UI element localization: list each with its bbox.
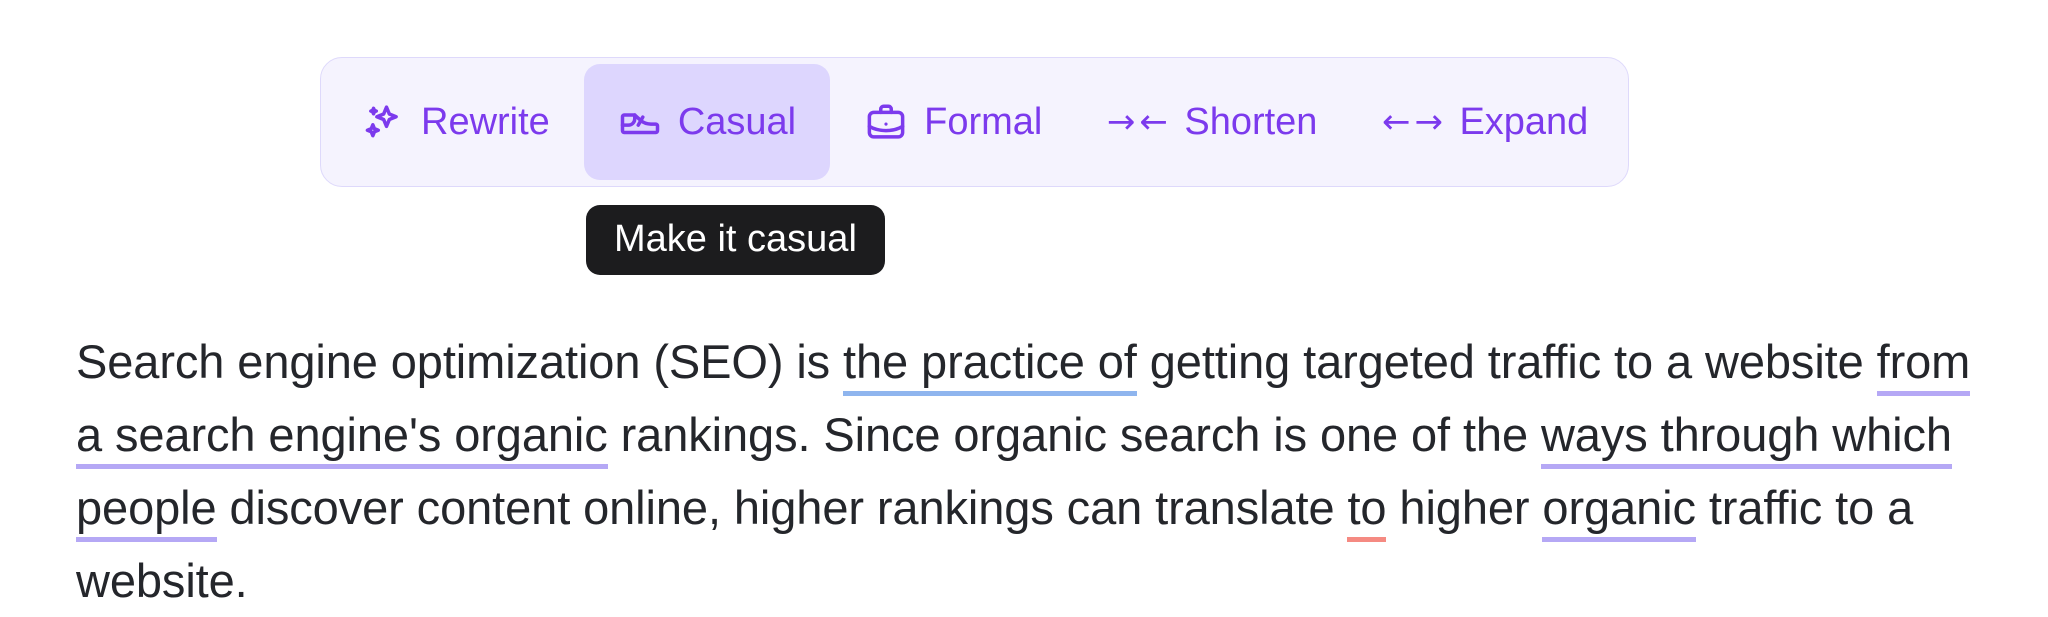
arrows-in-icon: →←	[1106, 102, 1172, 142]
suggestion-highlight-purple[interactable]: organic	[1542, 481, 1696, 542]
formal-button[interactable]: Formal	[830, 64, 1076, 180]
arrows-out-icon: ←→	[1381, 102, 1447, 142]
sparkles-icon	[361, 100, 405, 144]
casual-button-label: Casual	[677, 101, 797, 143]
shorten-button[interactable]: →← Shorten	[1076, 64, 1351, 180]
article-text-run: rankings. Since organic search is one of…	[607, 408, 1541, 461]
expand-button-label: Expand	[1459, 101, 1589, 143]
article-paragraph: Search engine optimization (SEO) is the …	[76, 325, 1976, 617]
formal-button-label: Formal	[924, 101, 1043, 143]
suggestion-highlight-blue[interactable]: the practice of	[843, 335, 1137, 396]
suggestion-highlight-red[interactable]: to	[1347, 481, 1387, 542]
shoe-icon	[618, 100, 662, 144]
article-text-run: higher	[1386, 481, 1543, 534]
article-text-run: discover content online, higher rankings…	[216, 481, 1348, 534]
casual-button[interactable]: Casual	[583, 64, 831, 180]
shorten-button-label: Shorten	[1184, 101, 1318, 143]
briefcase-icon	[864, 100, 908, 144]
casual-tooltip: Make it casual	[586, 205, 885, 275]
ai-rewrite-toolbar-container: Rewrite Casual Formal →← Shorten ←→ Expa…	[320, 57, 1630, 187]
article-text-run: Search engine optimization (SEO) is	[76, 335, 844, 388]
article-text-run: getting targeted traffic to a website	[1136, 335, 1877, 388]
expand-button[interactable]: ←→ Expand	[1351, 64, 1622, 180]
ai-rewrite-toolbar: Rewrite Casual Formal →← Shorten ←→ Expa…	[320, 57, 1630, 187]
rewrite-button[interactable]: Rewrite	[327, 64, 584, 180]
rewrite-button-label: Rewrite	[421, 101, 550, 143]
